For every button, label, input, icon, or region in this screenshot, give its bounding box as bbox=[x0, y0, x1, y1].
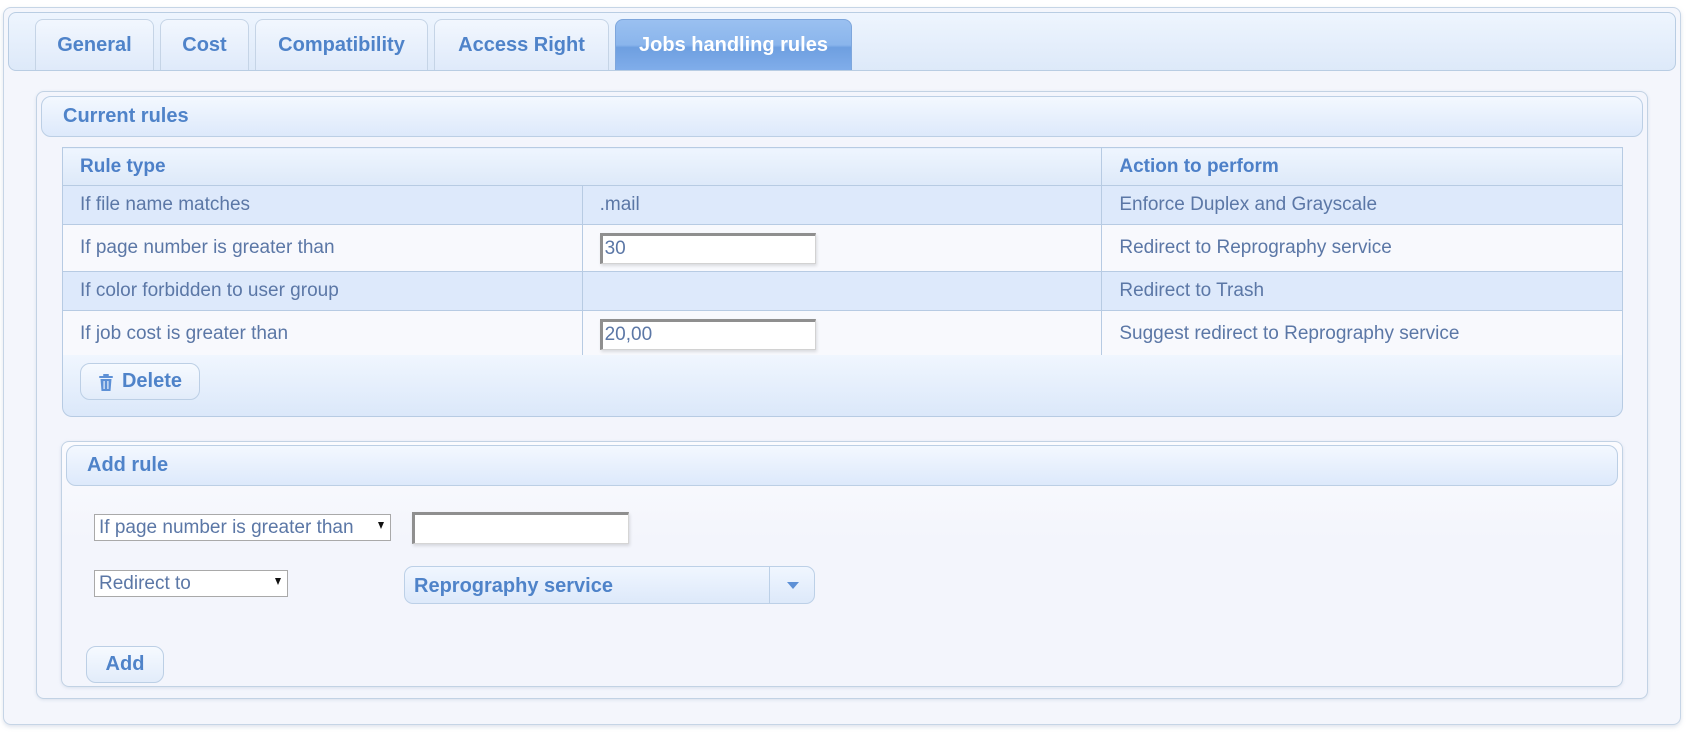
action-select[interactable]: Redirect to bbox=[94, 570, 288, 597]
rule-type-select-value: If page number is greater than bbox=[99, 516, 354, 538]
table-footer bbox=[62, 355, 1623, 417]
rule-type-cell: If page number is greater than bbox=[62, 224, 583, 272]
tab-general[interactable]: General bbox=[35, 19, 154, 70]
rule-type-cell: If color forbidden to user group bbox=[62, 271, 583, 311]
rule-action-cell: Enforce Duplex and Grayscale bbox=[1101, 185, 1623, 225]
job-cost-threshold-input[interactable] bbox=[599, 318, 816, 350]
table-row[interactable]: If page number is greater than Redirect … bbox=[62, 224, 1623, 272]
rule-action-cell: Redirect to Reprography service bbox=[1101, 224, 1623, 272]
action-select-value: Redirect to bbox=[99, 572, 191, 594]
rule-value-cell bbox=[581, 271, 1103, 311]
tab-jobs-handling-rules[interactable]: Jobs handling rules bbox=[615, 19, 852, 70]
page-number-threshold-input[interactable] bbox=[599, 232, 816, 264]
chevron-down-icon[interactable] bbox=[787, 582, 799, 589]
rule-type-cell: If job cost is greater than bbox=[62, 310, 583, 358]
tab-cost[interactable]: Cost bbox=[160, 19, 249, 70]
dropdown-arrow-icon bbox=[275, 578, 281, 585]
tab-access-right[interactable]: Access Right bbox=[434, 19, 609, 70]
combo-divider bbox=[769, 567, 770, 603]
rule-type-select[interactable]: If page number is greater than bbox=[94, 514, 391, 541]
target-service-value: Reprography service bbox=[414, 575, 613, 597]
current-rules-title: Current rules bbox=[63, 105, 189, 127]
column-header-rule-type: Rule type bbox=[61, 147, 1103, 186]
rule-value-cell bbox=[581, 224, 1103, 272]
tab-compatibility[interactable]: Compatibility bbox=[255, 19, 428, 70]
rule-action-cell: Redirect to Trash bbox=[1101, 271, 1623, 311]
rule-value-input[interactable] bbox=[412, 512, 629, 544]
add-rule-title: Add rule bbox=[87, 454, 169, 476]
rule-type-cell: If file name matches bbox=[62, 185, 583, 225]
delete-button-label: Delete bbox=[121, 370, 183, 392]
add-rule-button-label: Add bbox=[105, 653, 145, 675]
rule-action-cell: Suggest redirect to Reprography service bbox=[1101, 310, 1623, 358]
trash-icon bbox=[98, 374, 113, 391]
table-row[interactable]: If color forbidden to user group Redirec… bbox=[62, 271, 1623, 311]
table-row[interactable]: If file name matches .mail Enforce Duple… bbox=[62, 185, 1623, 225]
rules-table: Rule type Action to perform If file name… bbox=[61, 147, 1623, 358]
target-service-combo[interactable]: Reprography service bbox=[404, 566, 815, 604]
table-row[interactable]: If job cost is greater than Suggest redi… bbox=[62, 310, 1623, 358]
rule-value-cell bbox=[581, 310, 1103, 358]
column-header-action: Action to perform bbox=[1101, 147, 1623, 186]
add-rule-header: Add rule bbox=[66, 445, 1618, 486]
dropdown-arrow-icon bbox=[378, 522, 384, 529]
delete-button[interactable]: Delete bbox=[80, 363, 200, 400]
rule-value-cell: .mail bbox=[581, 185, 1103, 225]
table-header-row: Rule type Action to perform bbox=[61, 147, 1623, 186]
add-rule-button[interactable]: Add bbox=[86, 646, 164, 683]
current-rules-header: Current rules bbox=[41, 96, 1643, 137]
